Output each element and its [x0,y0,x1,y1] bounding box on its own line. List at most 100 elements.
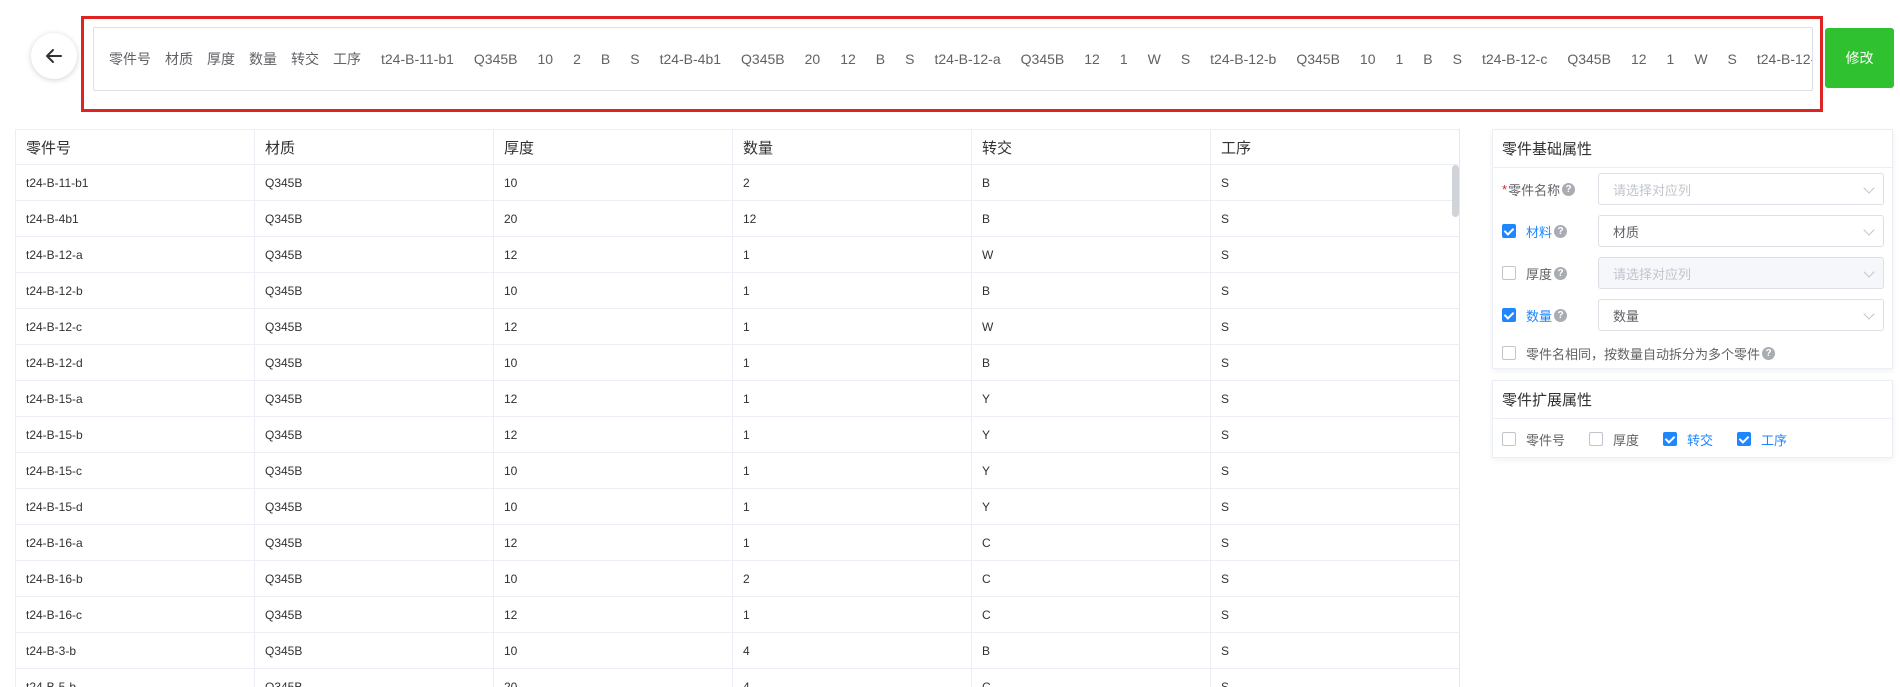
table-cell: Q345B [255,633,494,668]
table-cell: 12 [494,237,733,272]
table-cell: t24-B-15-d [16,489,255,524]
table-row[interactable]: t24-B-5-b Q345B 20 4 C S [16,669,1459,687]
raw-token: 材质 [165,51,193,67]
help-icon[interactable]: ? [1554,224,1568,238]
table-row[interactable]: t24-B-16-b Q345B 10 2 C S [16,561,1459,597]
table-cell: 1 [733,453,972,488]
table-cell: Q345B [255,525,494,560]
table-cell: Q345B [255,273,494,308]
raw-token: 工序 [333,51,361,67]
table-cell: 12 [494,597,733,632]
raw-token: S [1180,51,1191,67]
table-row[interactable]: t24-B-15-c Q345B 10 1 Y S [16,453,1459,489]
column-header[interactable]: 材质 [255,130,494,164]
quantity-label-text: 数量 [1526,308,1553,324]
table-cell: 1 [733,273,972,308]
table-cell: S [1221,175,1230,190]
ext-option-checkbox[interactable] [1502,432,1516,446]
table-cell: B [972,201,1211,236]
raw-token: 12 [1084,51,1100,67]
raw-data-input[interactable]: 零件号 材质 厚度 数量 转交 工序 t24-B-11-b1 Q345B 10 2 B St24-B-… [93,27,1813,91]
raw-token: 10 [537,51,554,67]
raw-token: S [630,51,640,67]
table-cell: S [1221,319,1230,334]
help-icon[interactable]: ? [1762,346,1776,360]
table-cell: Y [972,489,1211,524]
ext-option-checkbox[interactable] [1663,432,1678,446]
thickness-placeholder: 请选择对应列 [1613,266,1692,282]
panel-title: 零件基础属性 [1493,130,1892,168]
table-cell: S [1221,571,1230,586]
help-icon[interactable]: ? [1554,308,1568,322]
table-row[interactable]: t24-B-16-a Q345B 12 1 C S [16,525,1459,561]
table-cell: 1 [733,309,972,344]
table-cell: 12 [494,525,733,560]
chevron-down-icon [1863,266,1875,278]
thickness-label: 厚度 ? [1526,264,1568,283]
quantity-select[interactable]: 数量 [1598,299,1884,331]
table-cell: B [972,165,1211,200]
table-row[interactable]: t24-B-16-c Q345B 12 1 C S [16,597,1459,633]
help-icon[interactable]: ? [1562,182,1576,196]
back-button[interactable] [31,33,77,79]
table-cell: Q345B [255,597,494,632]
table-scrollbar[interactable] [1452,165,1459,217]
table-row[interactable]: t24-B-12-b Q345B 10 1 B S [16,273,1459,309]
basic-attributes-panel: 零件基础属性 * 零件名称 ? 请选择对应列 材料 ? 材质 厚度 ? 请选择对… [1492,129,1893,369]
raw-token: S [905,51,915,67]
table-row[interactable]: t24-B-3-b Q345B 10 4 B S [16,633,1459,669]
table-cell: 10 [494,273,733,308]
table-row[interactable]: t24-B-15-a Q345B 12 1 Y S [16,381,1459,417]
part-name-label: * 零件名称 ? [1502,180,1576,199]
split-row: 零件名相同，按数量自动拆分为多个零件 ? [1493,336,1892,370]
table-row[interactable]: t24-B-12-d Q345B 10 1 B S [16,345,1459,381]
thickness-checkbox[interactable] [1502,266,1516,280]
table-cell: 1 [733,525,972,560]
ext-option-checkbox[interactable] [1737,432,1752,446]
column-header[interactable]: 零件号 [16,130,255,164]
table-row[interactable]: t24-B-11-b1 Q345B 10 2 B S [16,165,1459,201]
table-cell: W [972,309,1211,344]
table-cell: t24-B-4b1 [16,201,255,236]
ext-option-checkbox[interactable] [1589,432,1604,446]
table-cell: Y [972,381,1211,416]
split-checkbox[interactable] [1502,346,1516,360]
raw-token: t24-B-12-b [1210,51,1277,67]
table-cell: t24-B-16-b [16,561,255,596]
table-cell: S [1221,499,1230,514]
arrow-left-icon [46,49,62,63]
table-row[interactable]: t24-B-12-c Q345B 12 1 W S [16,309,1459,345]
column-header[interactable]: 工序 [1211,130,1450,164]
ext-option-label: 厚度 [1613,432,1640,448]
table-row[interactable]: t24-B-12-a Q345B 12 1 W S [16,237,1459,273]
raw-token: 1 [1666,51,1675,67]
quantity-checkbox[interactable] [1502,308,1516,322]
material-select[interactable]: 材质 [1598,215,1884,247]
table-cell: S [1221,427,1230,442]
panel-title: 零件扩展属性 [1493,381,1892,419]
raw-token: Q345B [1020,51,1065,67]
ext-option: 零件号 [1502,430,1565,449]
table-cell: S [1221,463,1230,478]
table-row[interactable]: t24-B-15-d Q345B 10 1 Y S [16,489,1459,525]
material-checkbox[interactable] [1502,224,1516,238]
raw-token: 12 [840,51,856,67]
table-row[interactable]: t24-B-4b1 Q345B 20 12 B S [16,201,1459,237]
raw-token: 2 [573,51,581,67]
table-cell: Q345B [255,489,494,524]
part-name-placeholder: 请选择对应列 [1613,182,1692,198]
table-cell: 10 [494,561,733,596]
help-icon[interactable]: ? [1554,266,1568,280]
table-cell: Q345B [255,381,494,416]
table-row[interactable]: t24-B-15-b Q345B 12 1 Y S [16,417,1459,453]
table-cell: Q345B [255,345,494,380]
table-cell: S [1221,355,1230,370]
table-cell: t24-B-5-b [16,669,255,687]
column-header[interactable]: 厚度 [494,130,733,164]
part-name-select[interactable]: 请选择对应列 [1598,173,1884,205]
column-header[interactable]: 数量 [733,130,972,164]
column-header[interactable]: 转交 [972,130,1211,164]
raw-token: 1 [1395,51,1404,67]
edit-button[interactable]: 修改 [1825,28,1894,88]
table-cell: 12 [733,201,972,236]
